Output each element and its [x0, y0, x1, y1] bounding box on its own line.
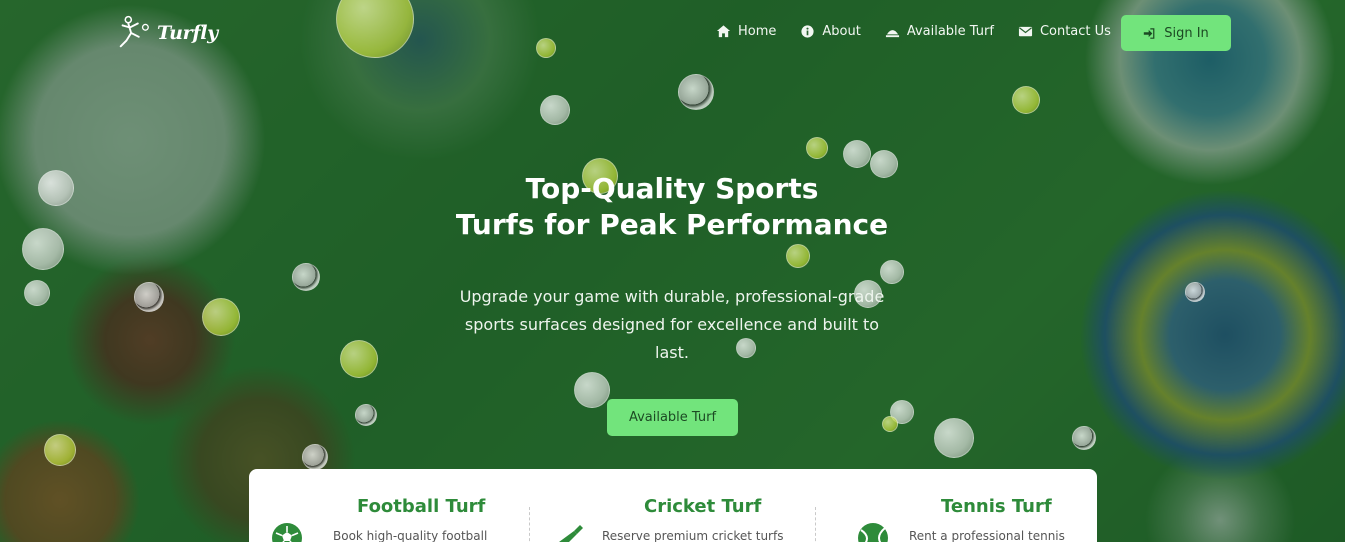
ball-decoration — [38, 170, 74, 206]
ball-decoration — [880, 260, 904, 284]
tennis-ball-decoration — [1012, 86, 1040, 114]
tennis-ball-decoration — [202, 298, 240, 336]
ball-decoration — [22, 228, 64, 270]
nav-item-label: Contact Us — [1039, 24, 1111, 39]
football-decoration — [134, 282, 164, 312]
card-title: Football Turf — [357, 496, 486, 517]
turf-icon — [885, 30, 899, 38]
nav-item-label: Available Turf — [906, 24, 994, 39]
nav-item-label: About — [822, 24, 861, 39]
card-title: Tennis Turf — [941, 496, 1052, 517]
cricket-bat-icon — [559, 525, 583, 542]
nav-links: Home About Available Turf Contact Us — [716, 24, 1111, 39]
football-decoration — [292, 263, 320, 291]
player-kicking-icon — [119, 15, 149, 48]
sign-in-icon — [1144, 27, 1155, 39]
info-icon — [801, 25, 814, 38]
hero-overlay — [0, 0, 1345, 542]
card-title: Cricket Turf — [644, 496, 762, 517]
nav-item-about[interactable]: About — [800, 24, 861, 39]
envelope-icon — [1018, 26, 1032, 37]
card-description: Reserve premium cricket turfs — [602, 529, 784, 542]
brand-logo[interactable]: Turfly — [115, 13, 218, 53]
sign-in-button[interactable]: Sign In — [1121, 15, 1231, 51]
card-football-turf[interactable]: Football Turf Book high-quality football — [249, 469, 529, 542]
card-description: Rent a professional tennis — [909, 529, 1065, 542]
football-decoration — [678, 74, 714, 110]
tennis-ball-decoration — [882, 416, 898, 432]
ball-decoration — [540, 95, 570, 125]
hero-subtitle: Upgrade your game with durable, professi… — [459, 287, 885, 362]
tennis-ball-decoration — [44, 434, 76, 466]
ball-decoration — [24, 280, 50, 306]
hero-title-line-1: Top-Quality Sports — [525, 172, 819, 205]
tennis-ball-decoration — [340, 340, 378, 378]
football-decoration — [1185, 282, 1205, 302]
nav-item-available-turf[interactable]: Available Turf — [885, 24, 994, 39]
ball-decoration — [574, 372, 610, 408]
tennis-ball-decoration — [786, 244, 810, 268]
card-cricket-turf[interactable]: Cricket Turf Reserve premium cricket tur… — [529, 469, 815, 542]
tennis-ball-decoration — [806, 137, 828, 159]
football-decoration — [302, 444, 328, 470]
nav-item-home[interactable]: Home — [716, 24, 776, 39]
navbar: Turfly Home About Available Turf Contact… — [0, 0, 1345, 66]
sign-in-label: Sign In — [1164, 25, 1209, 41]
turf-cards-panel: Football Turf Book high-quality football… — [249, 469, 1097, 542]
available-turf-button[interactable]: Available Turf — [607, 399, 738, 436]
brand-name: Turfly — [157, 22, 218, 44]
hero-title: Top-Quality Sports Turfs for Peak Perfor… — [372, 171, 972, 243]
hero-title-line-2: Turfs for Peak Performance — [455, 208, 889, 241]
nav-item-label: Home — [738, 24, 777, 39]
card-tennis-turf[interactable]: Tennis Turf Rent a professional tennis — [815, 469, 1097, 542]
ball-decoration — [934, 418, 974, 458]
football-icon — [272, 523, 302, 542]
football-decoration — [1072, 426, 1096, 450]
nav-item-contact[interactable]: Contact Us — [1018, 24, 1111, 39]
card-description: Book high-quality football — [333, 529, 488, 542]
tennis-ball-icon — [858, 523, 888, 542]
football-decoration — [355, 404, 377, 426]
home-icon — [716, 25, 731, 38]
ball-decoration — [843, 140, 871, 168]
